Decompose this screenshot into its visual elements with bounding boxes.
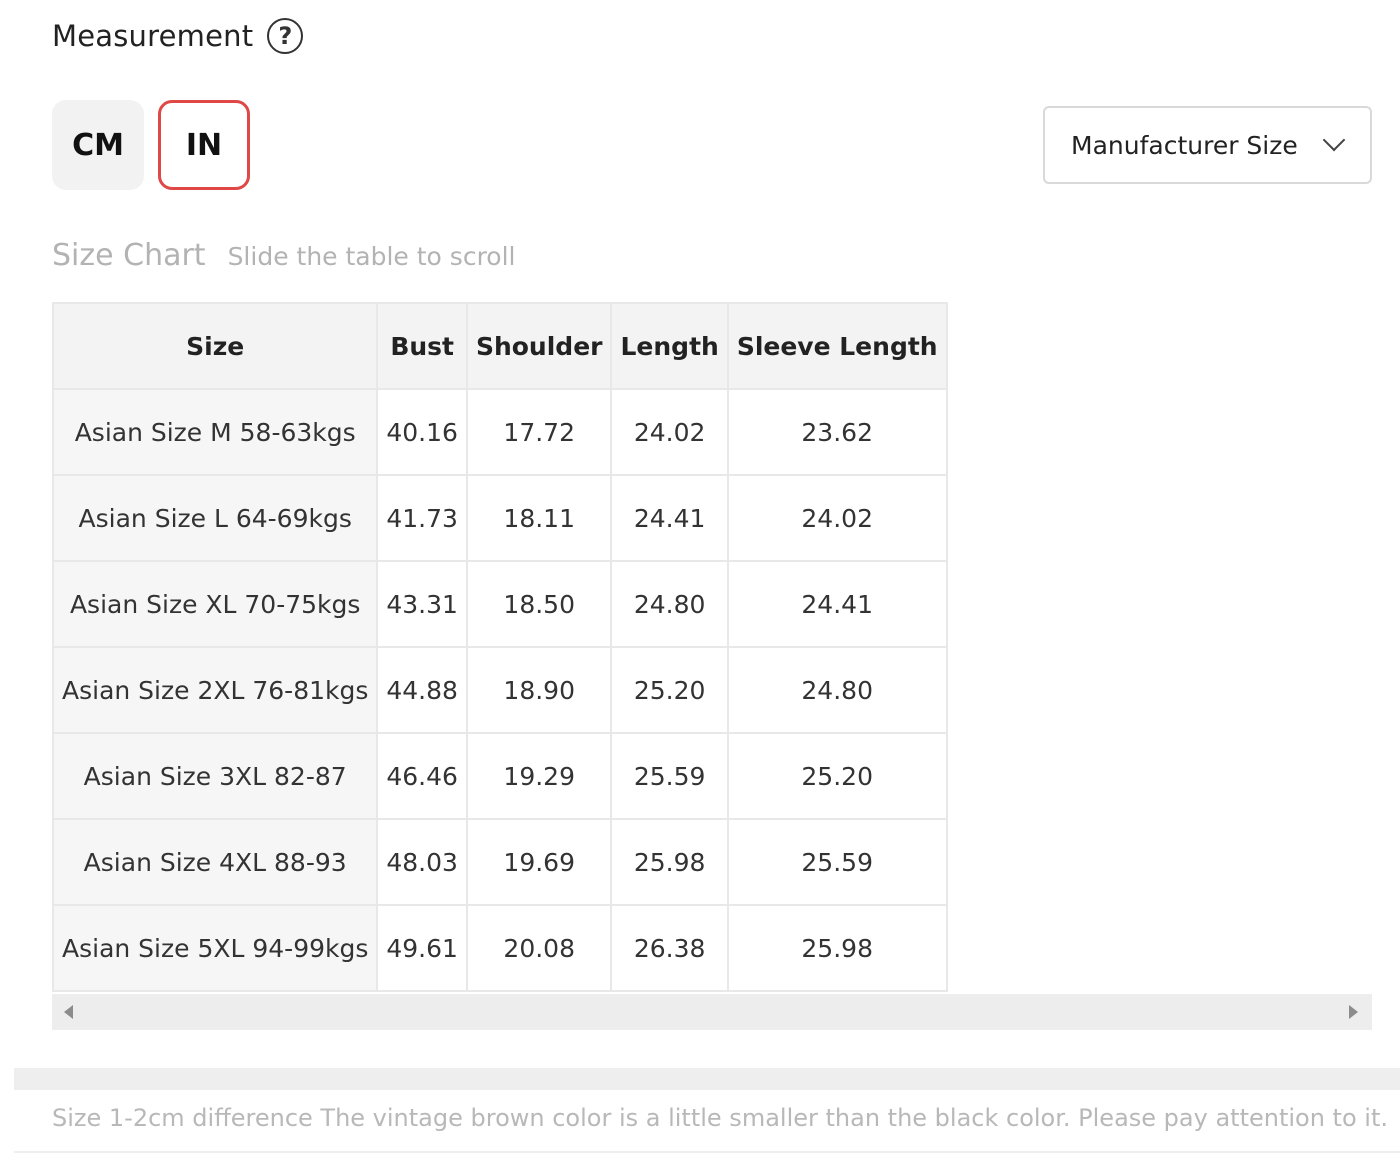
table-cell: 17.72 xyxy=(465,388,613,476)
table-cell: 43.31 xyxy=(376,560,468,648)
table-cell: 25.98 xyxy=(610,818,729,906)
table-cell: 46.46 xyxy=(376,732,468,820)
table-cell: Asian Size XL 70-75kgs xyxy=(52,560,379,648)
table-cell: 26.38 xyxy=(610,904,729,992)
size-chart-header: Size Chart Slide the table to scroll xyxy=(52,238,516,273)
table-cell: 24.02 xyxy=(610,388,729,476)
table-cell: 24.80 xyxy=(726,646,948,734)
question-circle-icon[interactable]: ? xyxy=(267,18,304,54)
table-cell: Asian Size 2XL 76-81kgs xyxy=(52,646,379,734)
table-cell: 49.61 xyxy=(376,904,468,992)
column-header-shoulder: Shoulder xyxy=(465,302,613,390)
table-cell: 19.69 xyxy=(465,818,613,906)
scroll-right-arrow-icon[interactable] xyxy=(1349,1005,1358,1019)
table-cell: 44.88 xyxy=(376,646,468,734)
size-table: Size Bust Shoulder Length Sleeve Length … xyxy=(52,302,948,992)
table-cell: Asian Size 3XL 82-87 xyxy=(52,732,379,820)
table-cell: 25.20 xyxy=(726,732,948,820)
table-cell: 48.03 xyxy=(376,818,468,906)
table-cell: 18.50 xyxy=(465,560,613,648)
size-table-container[interactable]: Size Bust Shoulder Length Sleeve Length … xyxy=(52,302,1372,994)
table-cell: 25.59 xyxy=(726,818,948,906)
table-row: Asian Size M 58-63kgs 40.16 17.72 24.02 … xyxy=(52,388,948,476)
column-header-bust: Bust xyxy=(376,302,468,390)
table-cell: 19.29 xyxy=(465,732,613,820)
table-cell: 25.59 xyxy=(610,732,729,820)
page-title: Measurement xyxy=(52,19,254,53)
unit-cm-button[interactable]: CM xyxy=(52,100,144,190)
table-cell: 24.80 xyxy=(610,560,729,648)
table-cell: Asian Size 4XL 88-93 xyxy=(52,818,379,906)
scroll-left-arrow-icon[interactable] xyxy=(64,1005,73,1019)
size-type-select[interactable]: Manufacturer Size xyxy=(1043,106,1372,184)
scroll-hint: Slide the table to scroll xyxy=(227,242,516,271)
table-header-row: Size Bust Shoulder Length Sleeve Length xyxy=(52,302,948,390)
size-chart-title: Size Chart xyxy=(52,238,206,273)
table-cell: Asian Size L 64-69kgs xyxy=(52,474,379,562)
table-row: Asian Size 4XL 88-93 48.03 19.69 25.98 2… xyxy=(52,818,948,906)
size-note: Size 1-2cm difference The vintage brown … xyxy=(52,1104,1388,1132)
table-cell: 24.41 xyxy=(726,560,948,648)
table-cell: Asian Size 5XL 94-99kgs xyxy=(52,904,379,992)
column-header-size: Size xyxy=(52,302,379,390)
horizontal-scrollbar[interactable] xyxy=(52,994,1372,1030)
table-row: Asian Size 5XL 94-99kgs 49.61 20.08 26.3… xyxy=(52,904,948,992)
table-cell: 25.20 xyxy=(610,646,729,734)
section-divider xyxy=(14,1068,1400,1090)
table-cell: Asian Size M 58-63kgs xyxy=(52,388,379,476)
column-header-sleeve-length: Sleeve Length xyxy=(726,302,948,390)
table-cell: 18.11 xyxy=(465,474,613,562)
table-cell: 41.73 xyxy=(376,474,468,562)
table-cell: 40.16 xyxy=(376,388,468,476)
table-cell: 25.98 xyxy=(726,904,948,992)
size-type-select-value: Manufacturer Size xyxy=(1071,130,1298,160)
table-cell: 24.41 xyxy=(610,474,729,562)
measurement-header: Measurement ? xyxy=(52,14,304,58)
unit-in-button[interactable]: IN xyxy=(158,100,250,190)
chevron-down-icon xyxy=(1322,128,1346,152)
table-cell: 20.08 xyxy=(465,904,613,992)
table-row: Asian Size 2XL 76-81kgs 44.88 18.90 25.2… xyxy=(52,646,948,734)
table-cell: 24.02 xyxy=(726,474,948,562)
table-cell: 23.62 xyxy=(726,388,948,476)
table-row: Asian Size L 64-69kgs 41.73 18.11 24.41 … xyxy=(52,474,948,562)
table-cell: 18.90 xyxy=(465,646,613,734)
table-row: Asian Size XL 70-75kgs 43.31 18.50 24.80… xyxy=(52,560,948,648)
bottom-divider xyxy=(14,1151,1400,1153)
table-row: Asian Size 3XL 82-87 46.46 19.29 25.59 2… xyxy=(52,732,948,820)
column-header-length: Length xyxy=(610,302,729,390)
